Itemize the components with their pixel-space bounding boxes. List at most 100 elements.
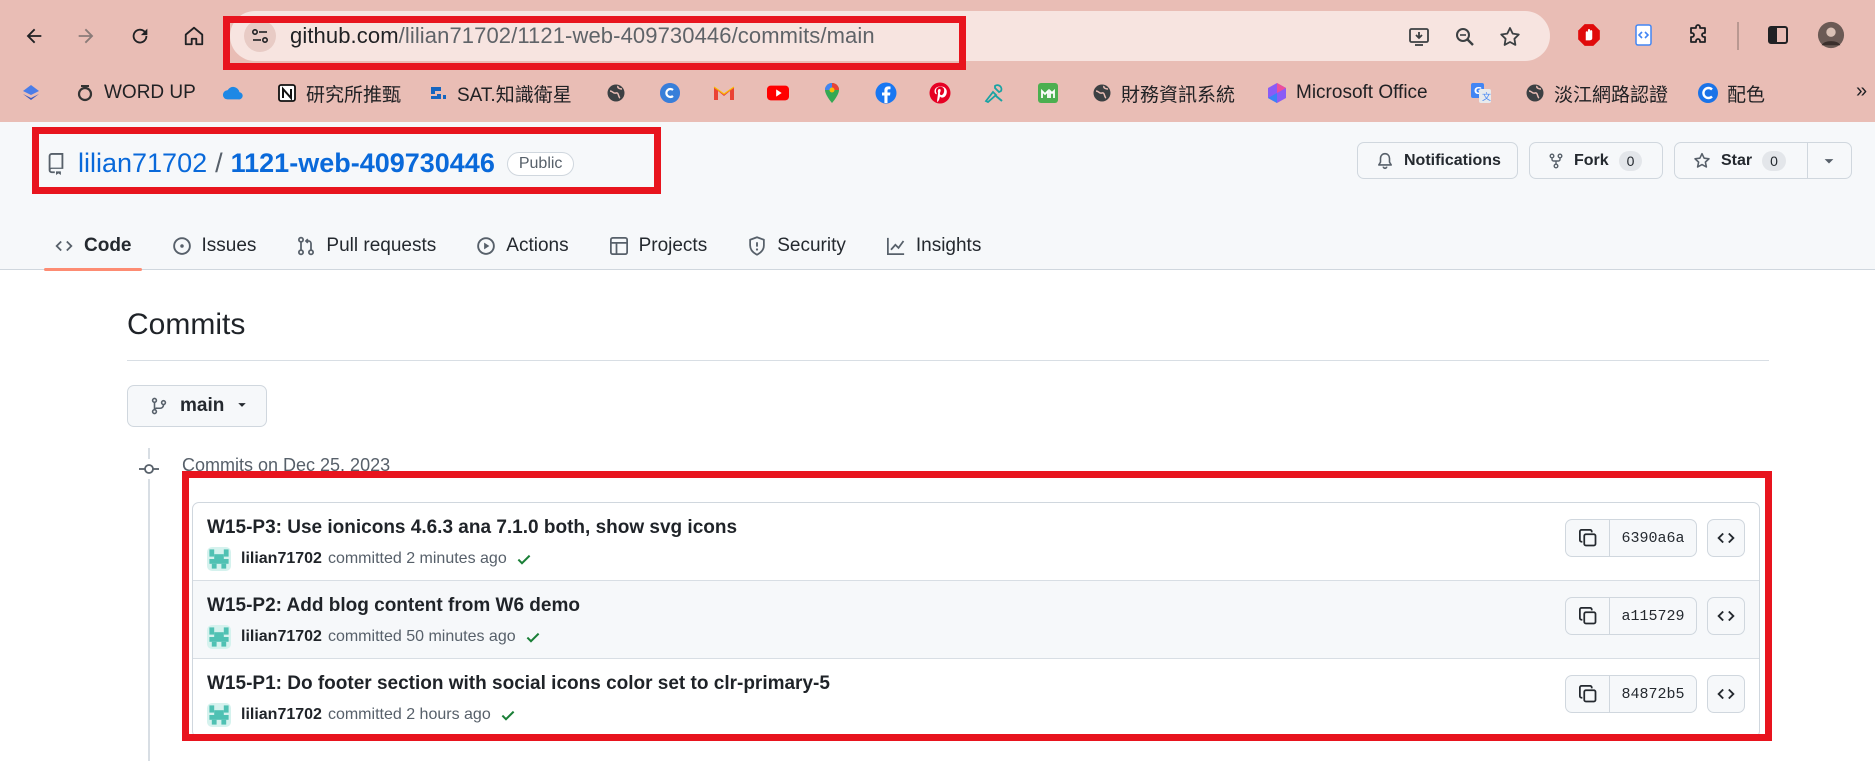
commit-time: 50 minutes ago [406, 628, 516, 645]
tab-label: Actions [506, 235, 569, 256]
notifications-button[interactable]: Notifications [1357, 142, 1518, 179]
bookmark-item[interactable] [222, 80, 244, 106]
bookmark-item[interactable] [929, 80, 951, 106]
bookmark-item[interactable]: G文 [1470, 80, 1492, 106]
tab-issues[interactable]: Issues [162, 222, 267, 270]
commit-list: W15-P3: Use ionicons 4.6.3 ana 7.1.0 bot… [192, 502, 1760, 738]
bookmark-item[interactable] [605, 80, 627, 106]
code-icon [1717, 532, 1735, 544]
globe-icon [1524, 82, 1546, 104]
title-divider [127, 360, 1769, 361]
commit-sha-link[interactable]: 6390a6a [1610, 520, 1696, 556]
tab-pull-requests[interactable]: Pull requests [286, 222, 446, 270]
tab-label: Code [84, 235, 132, 256]
tab-insights[interactable]: Insights [876, 222, 991, 270]
home-button[interactable] [178, 20, 210, 52]
bookmark-item[interactable] [767, 80, 789, 106]
check-icon[interactable] [524, 628, 542, 646]
commit-group-date: Commits on Dec 25, 2023 [182, 455, 391, 475]
tab-label: Projects [638, 235, 708, 256]
repo-name-link[interactable]: 1121-web-409730446 [231, 148, 495, 179]
check-icon[interactable] [499, 706, 517, 724]
copy-sha-button[interactable] [1566, 520, 1610, 556]
office-icon [1266, 82, 1288, 104]
side-panel-icon[interactable] [1764, 21, 1792, 49]
repo-nav: Code Issues Pull requests Actions Projec… [44, 222, 1011, 271]
bookmark-item[interactable] [1037, 80, 1059, 106]
star-count: 0 [1762, 150, 1786, 171]
branch-selector[interactable]: main [127, 385, 267, 427]
browse-repo-button[interactable] [1707, 597, 1745, 635]
install-app-icon[interactable] [1407, 25, 1431, 49]
bookmark-label: 研究所推甄 [306, 84, 402, 106]
repo-owner-link[interactable]: lilian71702 [78, 148, 207, 179]
fork-button[interactable]: Fork 0 [1529, 142, 1663, 179]
commit-message-link[interactable]: W15-P1: Do footer section with social ic… [207, 673, 830, 695]
table-icon [609, 236, 629, 256]
back-button[interactable] [18, 20, 50, 52]
zoom-icon[interactable] [1453, 25, 1477, 49]
caret-down-icon [1824, 159, 1834, 164]
commit-message-link[interactable]: W15-P3: Use ionicons 4.6.3 ana 7.1.0 bot… [207, 517, 737, 539]
bookmark-office[interactable]: Microsoft Office [1266, 80, 1428, 106]
word-up-icon [74, 82, 96, 104]
toolbar-separator [1737, 22, 1739, 50]
commit-sha-link[interactable]: a115729 [1610, 598, 1696, 634]
pinterest-icon [929, 82, 951, 104]
bookmark-item[interactable] [20, 80, 42, 106]
copy-sha-button[interactable] [1566, 676, 1610, 712]
tab-projects[interactable]: Projects [599, 222, 718, 270]
browse-repo-button[interactable] [1707, 519, 1745, 557]
copy-sha-button[interactable] [1566, 598, 1610, 634]
code-icon [1717, 688, 1735, 700]
commit-message-link[interactable]: W15-P2: Add blog content from W6 demo [207, 595, 580, 617]
fork-count: 0 [1618, 150, 1643, 171]
bookmark-notion[interactable]: 研究所推甄 [276, 80, 401, 106]
reload-button[interactable] [124, 20, 156, 52]
bookmark-item[interactable] [659, 80, 681, 106]
bookmark-color[interactable]: 配色 [1697, 80, 1765, 106]
bookmark-tku[interactable]: 淡江網路認證 [1524, 80, 1668, 106]
tab-code[interactable]: Code [44, 222, 142, 271]
code-extension-icon[interactable] [1630, 21, 1658, 49]
address-bar[interactable]: github.com/lilian71702/1121-web-40973044… [230, 11, 1550, 61]
author-link[interactable]: lilian71702 [241, 628, 322, 646]
pull-request-icon [296, 236, 316, 256]
avatar[interactable] [207, 547, 231, 571]
tab-security[interactable]: Security [737, 222, 856, 270]
bookmark-label: WORD UP [104, 82, 196, 103]
repo-header: lilian71702 / 1121-web-409730446 Public … [0, 122, 1875, 271]
profile-avatar[interactable] [1817, 21, 1845, 49]
forward-button[interactable] [70, 20, 102, 52]
browse-repo-button[interactable] [1707, 675, 1745, 713]
avatar[interactable] [207, 703, 231, 727]
star-icon [1693, 152, 1711, 170]
url-text[interactable]: github.com/lilian71702/1121-web-40973044… [290, 23, 875, 49]
url-host: github.com [290, 23, 399, 48]
star-lists-dropdown[interactable] [1819, 151, 1839, 176]
bookmark-item[interactable] [821, 80, 843, 106]
check-icon[interactable] [515, 550, 533, 568]
reload-icon [132, 28, 148, 44]
bookmark-item[interactable] [713, 80, 735, 106]
site-info-icon[interactable] [244, 20, 276, 52]
sat-icon [427, 82, 449, 104]
extensions-puzzle-icon[interactable] [1685, 21, 1713, 49]
tab-actions[interactable]: Actions [466, 222, 578, 270]
bookmark-item[interactable] [983, 80, 1005, 106]
bookmark-word-up[interactable]: WORD UP [74, 80, 196, 106]
adblock-extension-icon[interactable] [1575, 21, 1603, 49]
bookmark-finance[interactable]: 財務資訊系統 [1091, 80, 1235, 106]
star-button[interactable]: Star 0 [1674, 142, 1852, 179]
author-link[interactable]: lilian71702 [241, 706, 322, 724]
commit-node-icon [139, 459, 159, 479]
star-label: Star [1721, 151, 1753, 169]
bookmark-item[interactable] [875, 80, 897, 106]
avatar[interactable] [207, 625, 231, 649]
author-link[interactable]: lilian71702 [241, 550, 322, 568]
bookmark-sat[interactable]: SAT.知識衛星 [427, 80, 572, 106]
bookmarks-overflow-button[interactable]: » [1856, 80, 1867, 103]
bookmark-star-icon[interactable] [1498, 25, 1522, 49]
url-path: /lilian71702/1121-web-409730446/commits/… [398, 23, 875, 48]
commit-sha-link[interactable]: 84872b5 [1610, 676, 1696, 712]
